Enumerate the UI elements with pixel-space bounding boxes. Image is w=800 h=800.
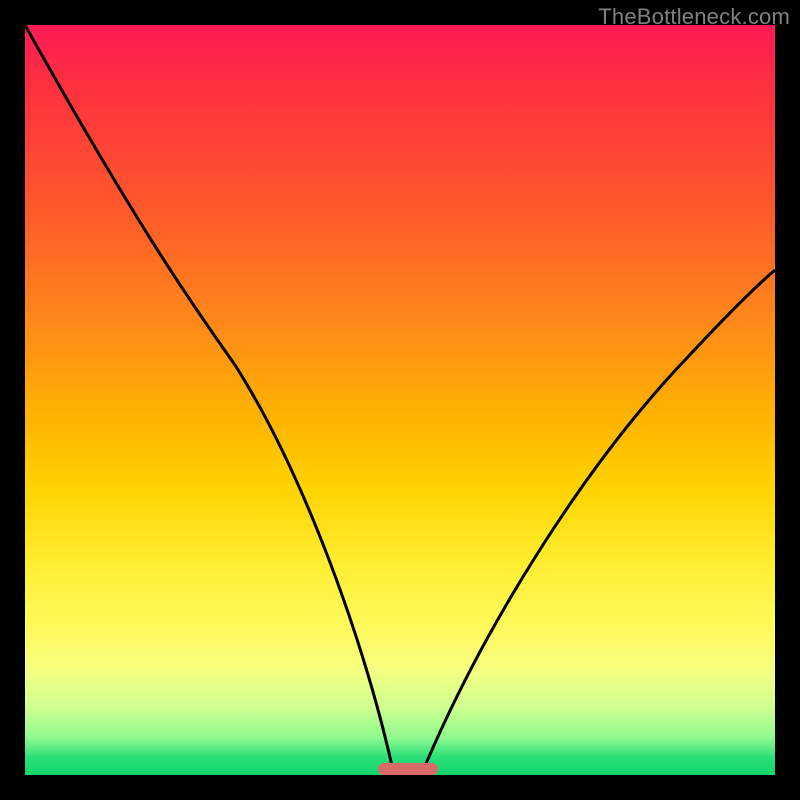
- curve-right-branch: [425, 270, 775, 766]
- optimum-marker: [378, 763, 438, 775]
- bottleneck-curve: [25, 25, 775, 775]
- chart-plot-area: [25, 25, 775, 775]
- chart-stage: TheBottleneck.com: [0, 0, 800, 800]
- watermark-text: TheBottleneck.com: [598, 4, 790, 30]
- curve-left-branch: [25, 25, 392, 766]
